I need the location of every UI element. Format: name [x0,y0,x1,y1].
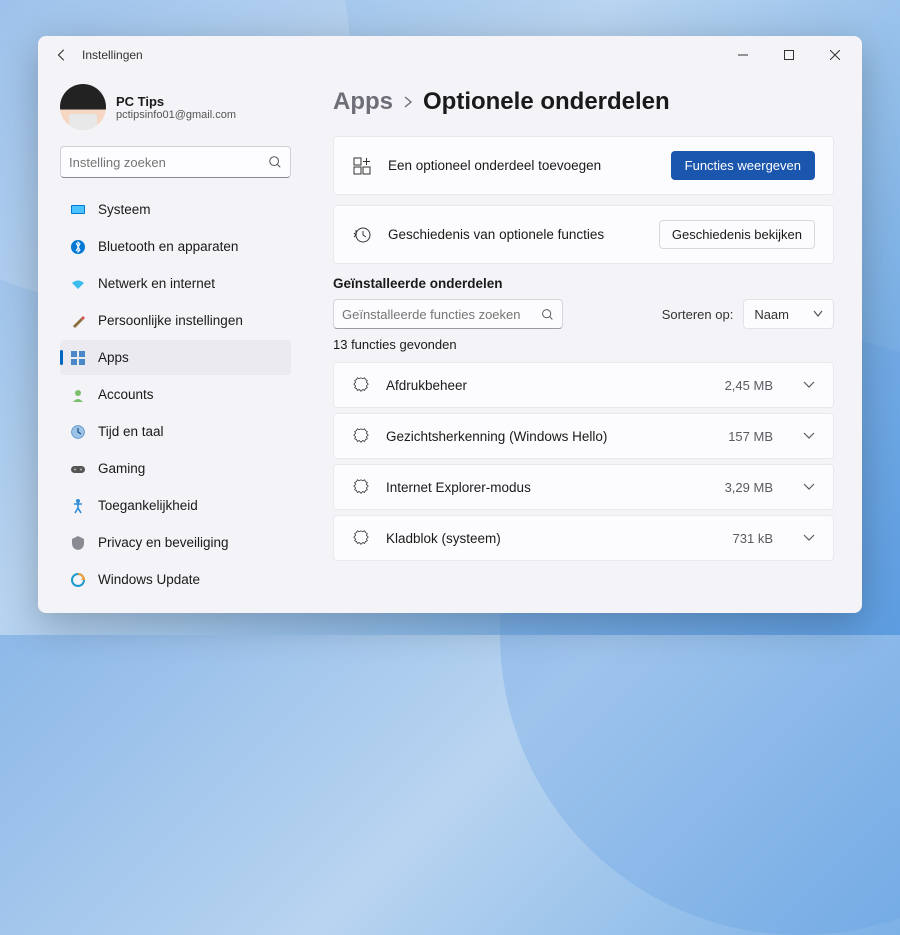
sidebar-item-network[interactable]: Netwerk en internet [60,266,291,301]
sidebar-item-label: Accounts [98,387,154,402]
chevron-down-icon [803,534,815,542]
chevron-right-icon [403,96,413,108]
profile[interactable]: PC Tips pctipsinfo01@gmail.com [60,84,291,130]
close-button[interactable] [812,40,858,70]
card-add-label: Een optioneel onderdeel toevoegen [388,158,655,173]
chevron-down-icon [803,381,815,389]
filter-row: Sorteren op: Naam [333,299,834,329]
gaming-icon [70,461,86,477]
add-component-icon [352,156,372,176]
accounts-icon [70,387,86,403]
sidebar-item-apps[interactable]: Apps [60,340,291,375]
system-icon [70,202,86,218]
feature-row[interactable]: Internet Explorer-modus 3,29 MB [333,464,834,510]
feature-size: 2,45 MB [725,378,773,393]
sidebar-item-label: Gaming [98,461,145,476]
feature-name: Internet Explorer-modus [386,480,709,495]
profile-email: pctipsinfo01@gmail.com [116,109,236,121]
card-add-feature: Een optioneel onderdeel toevoegen Functi… [333,136,834,195]
sidebar-item-accounts[interactable]: Accounts [60,377,291,412]
sidebar-item-label: Netwerk en internet [98,276,215,291]
feature-size: 731 kB [733,531,773,546]
bluetooth-icon [70,239,86,255]
minimize-button[interactable] [720,40,766,70]
results-count: 13 functies gevonden [333,337,834,352]
sidebar-item-time[interactable]: Tijd en taal [60,414,291,449]
feature-icon [352,529,370,547]
breadcrumb: Apps Optionele onderdelen [333,88,834,116]
sidebar-item-privacy[interactable]: Privacy en beveiliging [60,525,291,560]
chevron-down-icon [803,483,815,491]
sidebar-item-label: Bluetooth en apparaten [98,239,238,254]
page-title: Optionele onderdelen [423,88,670,116]
accessibility-icon [70,498,86,514]
sidebar-item-label: Privacy en beveiliging [98,535,229,550]
apps-icon [70,350,86,366]
feature-row[interactable]: Gezichtsherkenning (Windows Hello) 157 M… [333,413,834,459]
search-icon [268,155,282,169]
sidebar-item-bluetooth[interactable]: Bluetooth en apparaten [60,229,291,264]
sidebar-item-label: Apps [98,350,129,365]
sidebar-item-accessibility[interactable]: Toegankelijkheid [60,488,291,523]
settings-window: Instellingen PC Tips pctipsinfo01@gmail.… [38,36,862,613]
sidebar-item-label: Systeem [98,202,151,217]
sidebar-item-label: Toegankelijkheid [98,498,198,513]
sort-select[interactable]: Naam [743,299,834,329]
feature-icon [352,478,370,496]
maximize-button[interactable] [766,40,812,70]
sidebar-item-label: Tijd en taal [98,424,164,439]
show-features-button[interactable]: Functies weergeven [671,151,815,180]
card-history-label: Geschiedenis van optionele functies [388,227,643,242]
feature-size: 3,29 MB [725,480,773,495]
feature-row[interactable]: Afdrukbeheer 2,45 MB [333,362,834,408]
sort-label: Sorteren op: [662,307,734,322]
search-input[interactable] [69,155,268,170]
window-title: Instellingen [82,48,143,62]
update-icon [70,572,86,588]
nav: Systeem Bluetooth en apparaten Netwerk e… [60,192,291,597]
sidebar-item-system[interactable]: Systeem [60,192,291,227]
main-content: Apps Optionele onderdelen Een optioneel … [301,74,862,613]
sort-value: Naam [754,307,789,322]
sidebar-item-label: Windows Update [98,572,200,587]
personalization-icon [70,313,86,329]
installed-search-box[interactable] [333,299,563,329]
feature-size: 157 MB [728,429,773,444]
sidebar-item-gaming[interactable]: Gaming [60,451,291,486]
titlebar: Instellingen [38,36,862,74]
search-box[interactable] [60,146,291,178]
feature-name: Kladblok (systeem) [386,531,717,546]
search-icon [541,308,554,321]
back-button[interactable] [50,43,74,67]
profile-name: PC Tips [116,94,236,109]
installed-title: Geïnstalleerde onderdelen [333,276,834,291]
sidebar-item-personalization[interactable]: Persoonlijke instellingen [60,303,291,338]
feature-icon [352,427,370,445]
history-icon [352,225,372,245]
time-icon [70,424,86,440]
view-history-button[interactable]: Geschiedenis bekijken [659,220,815,249]
avatar [60,84,106,130]
feature-icon [352,376,370,394]
feature-row[interactable]: Kladblok (systeem) 731 kB [333,515,834,561]
sidebar: PC Tips pctipsinfo01@gmail.com Systeem [38,74,301,613]
sidebar-item-label: Persoonlijke instellingen [98,313,243,328]
feature-name: Afdrukbeheer [386,378,709,393]
installed-search-input[interactable] [342,307,541,322]
feature-name: Gezichtsherkenning (Windows Hello) [386,429,712,444]
privacy-icon [70,535,86,551]
chevron-down-icon [803,432,815,440]
sidebar-item-update[interactable]: Windows Update [60,562,291,597]
breadcrumb-parent[interactable]: Apps [333,88,393,116]
network-icon [70,276,86,292]
card-history: Geschiedenis van optionele functies Gesc… [333,205,834,264]
chevron-down-icon [813,310,823,318]
